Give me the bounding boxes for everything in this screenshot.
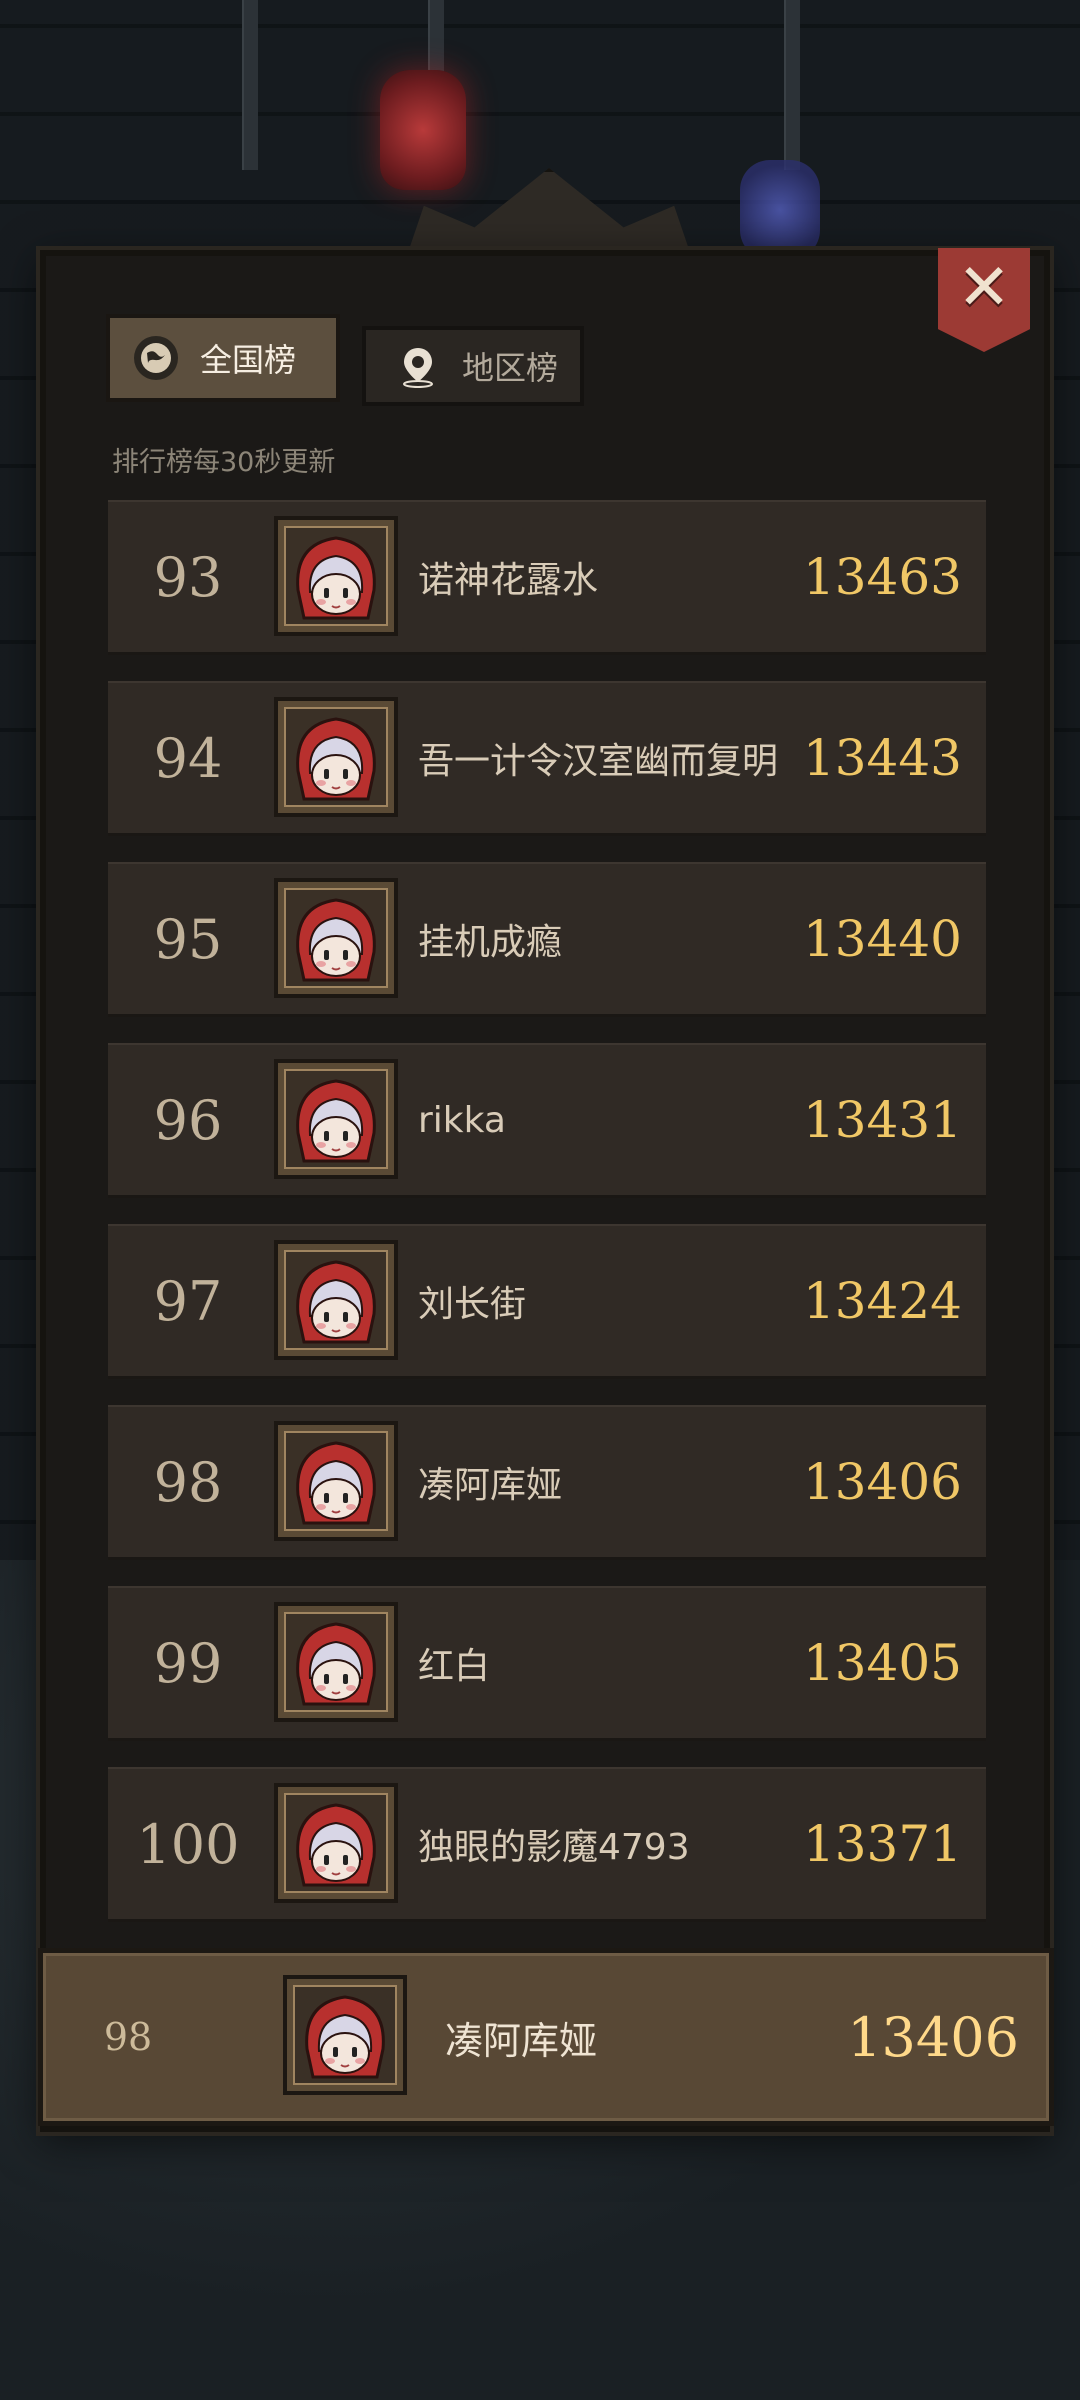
player-name: 凑阿库娅 (418, 1465, 563, 1506)
avatar-face-icon (284, 888, 388, 988)
player-name: 挂机成瘾 (418, 922, 563, 963)
rank-number: 97 (153, 1269, 223, 1333)
player-name: 诺神花露水 (418, 560, 599, 601)
avatar (274, 1783, 398, 1903)
player-score: 13463 (802, 548, 962, 606)
avatar (274, 1421, 398, 1541)
avatar-face-icon (284, 1793, 388, 1893)
leaderboard-row[interactable]: 100 独眼的影魔4793 13371 (108, 1767, 986, 1922)
player-score: 13443 (802, 729, 962, 787)
player-score: 13431 (802, 1091, 962, 1149)
avatar (274, 878, 398, 998)
player-score: 13371 (802, 1815, 962, 1873)
avatar (274, 516, 398, 636)
player-name: 红白 (418, 1646, 491, 1687)
avatar (274, 1602, 398, 1722)
my-avatar (283, 1975, 407, 2095)
rank-number: 100 (136, 1812, 240, 1876)
player-score: 13406 (802, 1453, 962, 1511)
avatar-face-icon (293, 1985, 397, 2085)
update-note: 排行榜每30秒更新 (112, 447, 336, 478)
tab-region-label: 地区榜 (462, 349, 559, 387)
avatar-face-icon (284, 1069, 388, 1169)
leaderboard-list[interactable]: 93 诺神花露水 13463 94 吾一计令汉室幽而复明 13443 95 挂机… (108, 500, 986, 1948)
location-pin-icon (396, 344, 440, 388)
rank-number: 98 (153, 1450, 223, 1514)
player-name: 独眼的影魔4793 (418, 1827, 690, 1868)
leaderboard-row[interactable]: 97 刘长街 13424 (108, 1224, 986, 1379)
leaderboard-row[interactable]: 93 诺神花露水 13463 (108, 500, 986, 655)
background-pipe (784, 0, 800, 170)
my-rank-row: 98 凑阿库娅 13406 (38, 1948, 1054, 2126)
rank-number: 93 (153, 545, 223, 609)
avatar-face-icon (284, 1612, 388, 1712)
rank-number: 96 (153, 1088, 223, 1152)
blue-jar-decoration (740, 160, 820, 260)
rank-number: 99 (153, 1631, 223, 1695)
tab-region-leaderboard[interactable]: 地区榜 (362, 326, 584, 406)
tab-national-leaderboard[interactable]: 全国榜 (106, 314, 340, 402)
avatar (274, 1240, 398, 1360)
avatar-face-icon (284, 1250, 388, 1350)
leaderboard-row[interactable]: 94 吾一计令汉室幽而复明 13443 (108, 681, 986, 836)
player-name: 吾一计令汉室幽而复明 (418, 741, 779, 782)
avatar-face-icon (284, 707, 388, 807)
close-icon: ✕ (957, 251, 1011, 325)
player-name: rikka (418, 1099, 506, 1141)
globe-icon (134, 336, 178, 380)
avatar (274, 1059, 398, 1179)
rank-number: 94 (153, 726, 223, 790)
rank-number: 95 (153, 907, 223, 971)
tab-national-label: 全国榜 (200, 341, 297, 379)
my-rank-number: 98 (103, 2015, 153, 2059)
avatar (274, 697, 398, 817)
red-jar-decoration (380, 70, 466, 190)
leaderboard-row[interactable]: 96 rikka 13431 (108, 1043, 986, 1198)
background-pipe (242, 0, 258, 170)
player-name: 刘长街 (418, 1284, 527, 1325)
player-score: 13440 (802, 910, 962, 968)
my-player-name: 凑阿库娅 (445, 2018, 598, 2063)
avatar-face-icon (284, 1431, 388, 1531)
leaderboard-row[interactable]: 99 红白 13405 (108, 1586, 986, 1741)
player-score: 13405 (802, 1634, 962, 1692)
leaderboard-row[interactable]: 98 凑阿库娅 13406 (108, 1405, 986, 1560)
avatar-face-icon (284, 526, 388, 626)
leaderboard-row[interactable]: 95 挂机成瘾 13440 (108, 862, 986, 1017)
my-player-score: 13406 (847, 2005, 1019, 2069)
player-score: 13424 (802, 1272, 962, 1330)
